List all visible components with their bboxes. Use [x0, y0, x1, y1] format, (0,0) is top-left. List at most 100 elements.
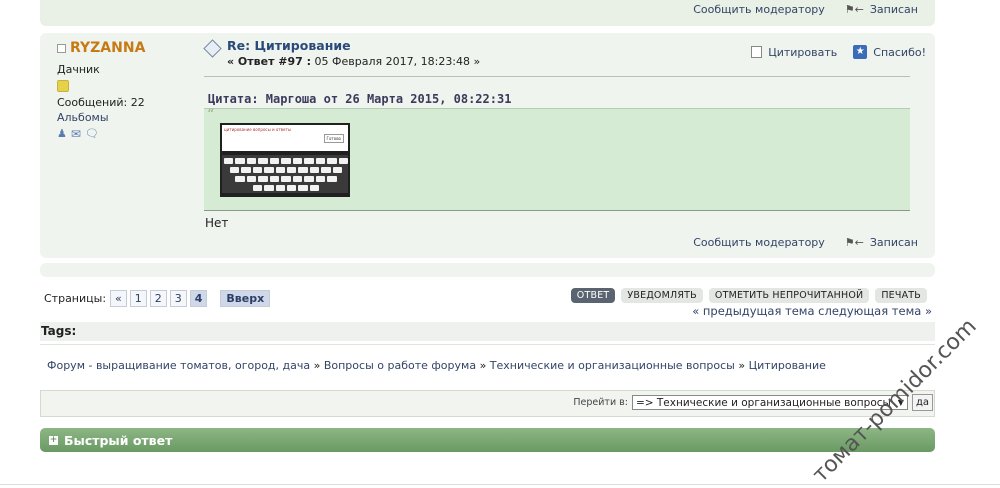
pagination: Страницы: « 1 2 3 4 Вверх — [44, 290, 273, 307]
jump-select[interactable]: => Технические и организационные вопросы… — [631, 395, 908, 410]
breadcrumb-item-tech-questions[interactable]: Технические и организационные вопросы — [490, 359, 735, 372]
post-body: Нет — [205, 216, 229, 230]
poster-post-count: Сообщений: 22 — [57, 96, 145, 109]
keyboard-key — [338, 158, 348, 164]
breadcrumb: Форум - выращивание томатов, огород, дач… — [47, 359, 826, 372]
keyboard-key — [332, 167, 343, 173]
page-1[interactable]: 1 — [129, 290, 147, 307]
keyboard-key — [241, 167, 251, 173]
page-prev[interactable]: « — [110, 290, 127, 307]
keyboard-key — [224, 158, 234, 164]
page-4-current: 4 — [189, 290, 208, 307]
breadcrumb-item-forum[interactable]: Форум - выращивание томатов, огород, дач… — [47, 359, 310, 372]
offline-status-icon — [57, 43, 66, 53]
pm-icon[interactable]: 🗨 — [85, 127, 99, 141]
keyboard-key — [309, 167, 320, 173]
keyboard-key — [298, 185, 308, 191]
keyboard-key — [315, 158, 326, 164]
page-3[interactable]: 3 — [169, 290, 187, 307]
post-report-row: Сообщить модератору ⚑← Записан — [693, 236, 918, 249]
post-logged-label: Записан — [869, 236, 918, 249]
keyboard-key — [287, 167, 297, 173]
quick-reply-bar[interactable]: + Быстрый ответ — [40, 428, 935, 452]
keyboard-key — [315, 176, 326, 182]
post-logged-icon: ⚑← — [844, 236, 864, 249]
post-header: Re: Цитирование « Ответ #97 : 05 Февраля… — [203, 38, 480, 68]
post-meta: « Ответ #97 : 05 Февраля 2017, 18:23:48 … — [227, 55, 480, 68]
keyboard-key — [292, 176, 303, 182]
poster-info: RYZANNA Дачник Сообщений: 22 Альбомы ♟ ✉… — [57, 40, 145, 141]
quote-button[interactable]: Цитировать — [768, 46, 837, 59]
pages-label: Страницы: — [44, 292, 107, 305]
keyboard-key — [321, 167, 331, 173]
quote-icon — [751, 46, 763, 58]
logged-icon: ⚑← — [844, 3, 864, 16]
keyboard-key — [246, 176, 257, 182]
page-2[interactable]: 2 — [149, 290, 167, 307]
print-button[interactable]: ПЕЧАТЬ — [875, 288, 927, 303]
quote-mark-icon: “ — [207, 107, 215, 123]
jump-select-value: => Технические и организационные вопросы — [635, 396, 891, 409]
keyboard-key — [229, 167, 240, 173]
poster-rank: Дачник — [57, 63, 100, 76]
thanks-button[interactable]: Спасибо! — [873, 46, 926, 59]
keyboard-area — [222, 155, 348, 193]
keyboard-key — [309, 185, 320, 191]
profile-icon[interactable]: ♟ — [57, 127, 67, 141]
keyboard-key — [287, 185, 297, 191]
keyboard-key — [258, 176, 268, 182]
bottom-divider — [0, 484, 1000, 485]
notify-button[interactable]: УВЕДОМЛЯТЬ — [621, 288, 703, 303]
keyboard-key — [252, 185, 263, 191]
thanks-star-icon: ★ — [853, 45, 868, 59]
post-header-divider — [204, 76, 910, 77]
breadcrumb-item-topic[interactable]: Цитирование — [749, 359, 826, 372]
breadcrumb-sep: » — [313, 359, 321, 372]
keyboard-key — [252, 167, 263, 173]
mark-unread-button[interactable]: ОТМЕТИТЬ НЕПРОЧИТАННОЙ — [708, 288, 870, 303]
breadcrumb-sep: » — [738, 359, 746, 372]
quick-reply-label: Быстрый ответ — [64, 432, 173, 448]
post-buttons: Цитировать ★ Спасибо! — [751, 45, 926, 59]
keyboard-key — [304, 158, 314, 164]
topic-actions: ОТВЕТ УВЕДОМЛЯТЬ ОТМЕТИТЬ НЕПРОЧИТАННОЙ … — [565, 288, 927, 303]
keyboard-key — [264, 185, 274, 191]
top-button[interactable]: Вверх — [220, 290, 271, 307]
keyboard-key — [235, 176, 245, 182]
post-date: 05 Февраля 2017, 18:23:48 » — [311, 55, 481, 68]
quote-header: Цитата: Маргоша от 26 Марта 2015, 08:22:… — [208, 92, 512, 106]
keyboard-key — [298, 167, 308, 173]
keyboard-key — [235, 158, 245, 164]
reply-number: « Ответ #97 : — [227, 55, 312, 68]
keyboard-key — [304, 176, 314, 182]
reply-button[interactable]: ОТВЕТ — [570, 288, 616, 303]
quote-box: “ цитирование вопросы и ответы Готово — [204, 107, 910, 211]
keyboard-key — [258, 158, 268, 164]
keyboard-key — [275, 167, 285, 173]
post-icon — [203, 39, 222, 58]
breadcrumb-sep: » — [479, 359, 487, 372]
keyboard-key — [269, 176, 280, 182]
keyboard-key — [275, 185, 285, 191]
keyboard-key — [246, 158, 257, 164]
expand-plus-icon[interactable]: + — [49, 435, 58, 445]
email-icon[interactable]: ✉ — [71, 127, 81, 141]
rank-star-icon — [57, 80, 69, 92]
breadcrumb-item-forum-questions[interactable]: Вопросы о работе форума — [324, 359, 476, 372]
jump-label: Перейти в: — [573, 397, 628, 408]
report-moderator-link[interactable]: Сообщить модератору — [693, 3, 825, 16]
poster-albums-link[interactable]: Альбомы — [57, 111, 145, 124]
keyboard-key — [327, 176, 337, 182]
keyboard-key — [327, 158, 337, 164]
quoted-screenshot-text: цитирование вопросы и ответы — [224, 127, 291, 132]
keyboard-key — [292, 158, 303, 164]
quoted-screenshot-image: цитирование вопросы и ответы Готово — [220, 123, 350, 197]
post-title-link[interactable]: Re: Цитирование — [227, 38, 480, 53]
logged-label: Записан — [869, 3, 918, 16]
poster-icons: ♟ ✉ 🗨 — [57, 127, 145, 141]
keyboard-key — [281, 176, 291, 182]
prev-next-topic[interactable]: « предыдущая тема следующая тема » — [692, 304, 932, 318]
post-separator-bar — [40, 263, 935, 277]
poster-username[interactable]: RYZANNA — [70, 40, 145, 56]
post-report-link[interactable]: Сообщить модератору — [693, 236, 825, 249]
